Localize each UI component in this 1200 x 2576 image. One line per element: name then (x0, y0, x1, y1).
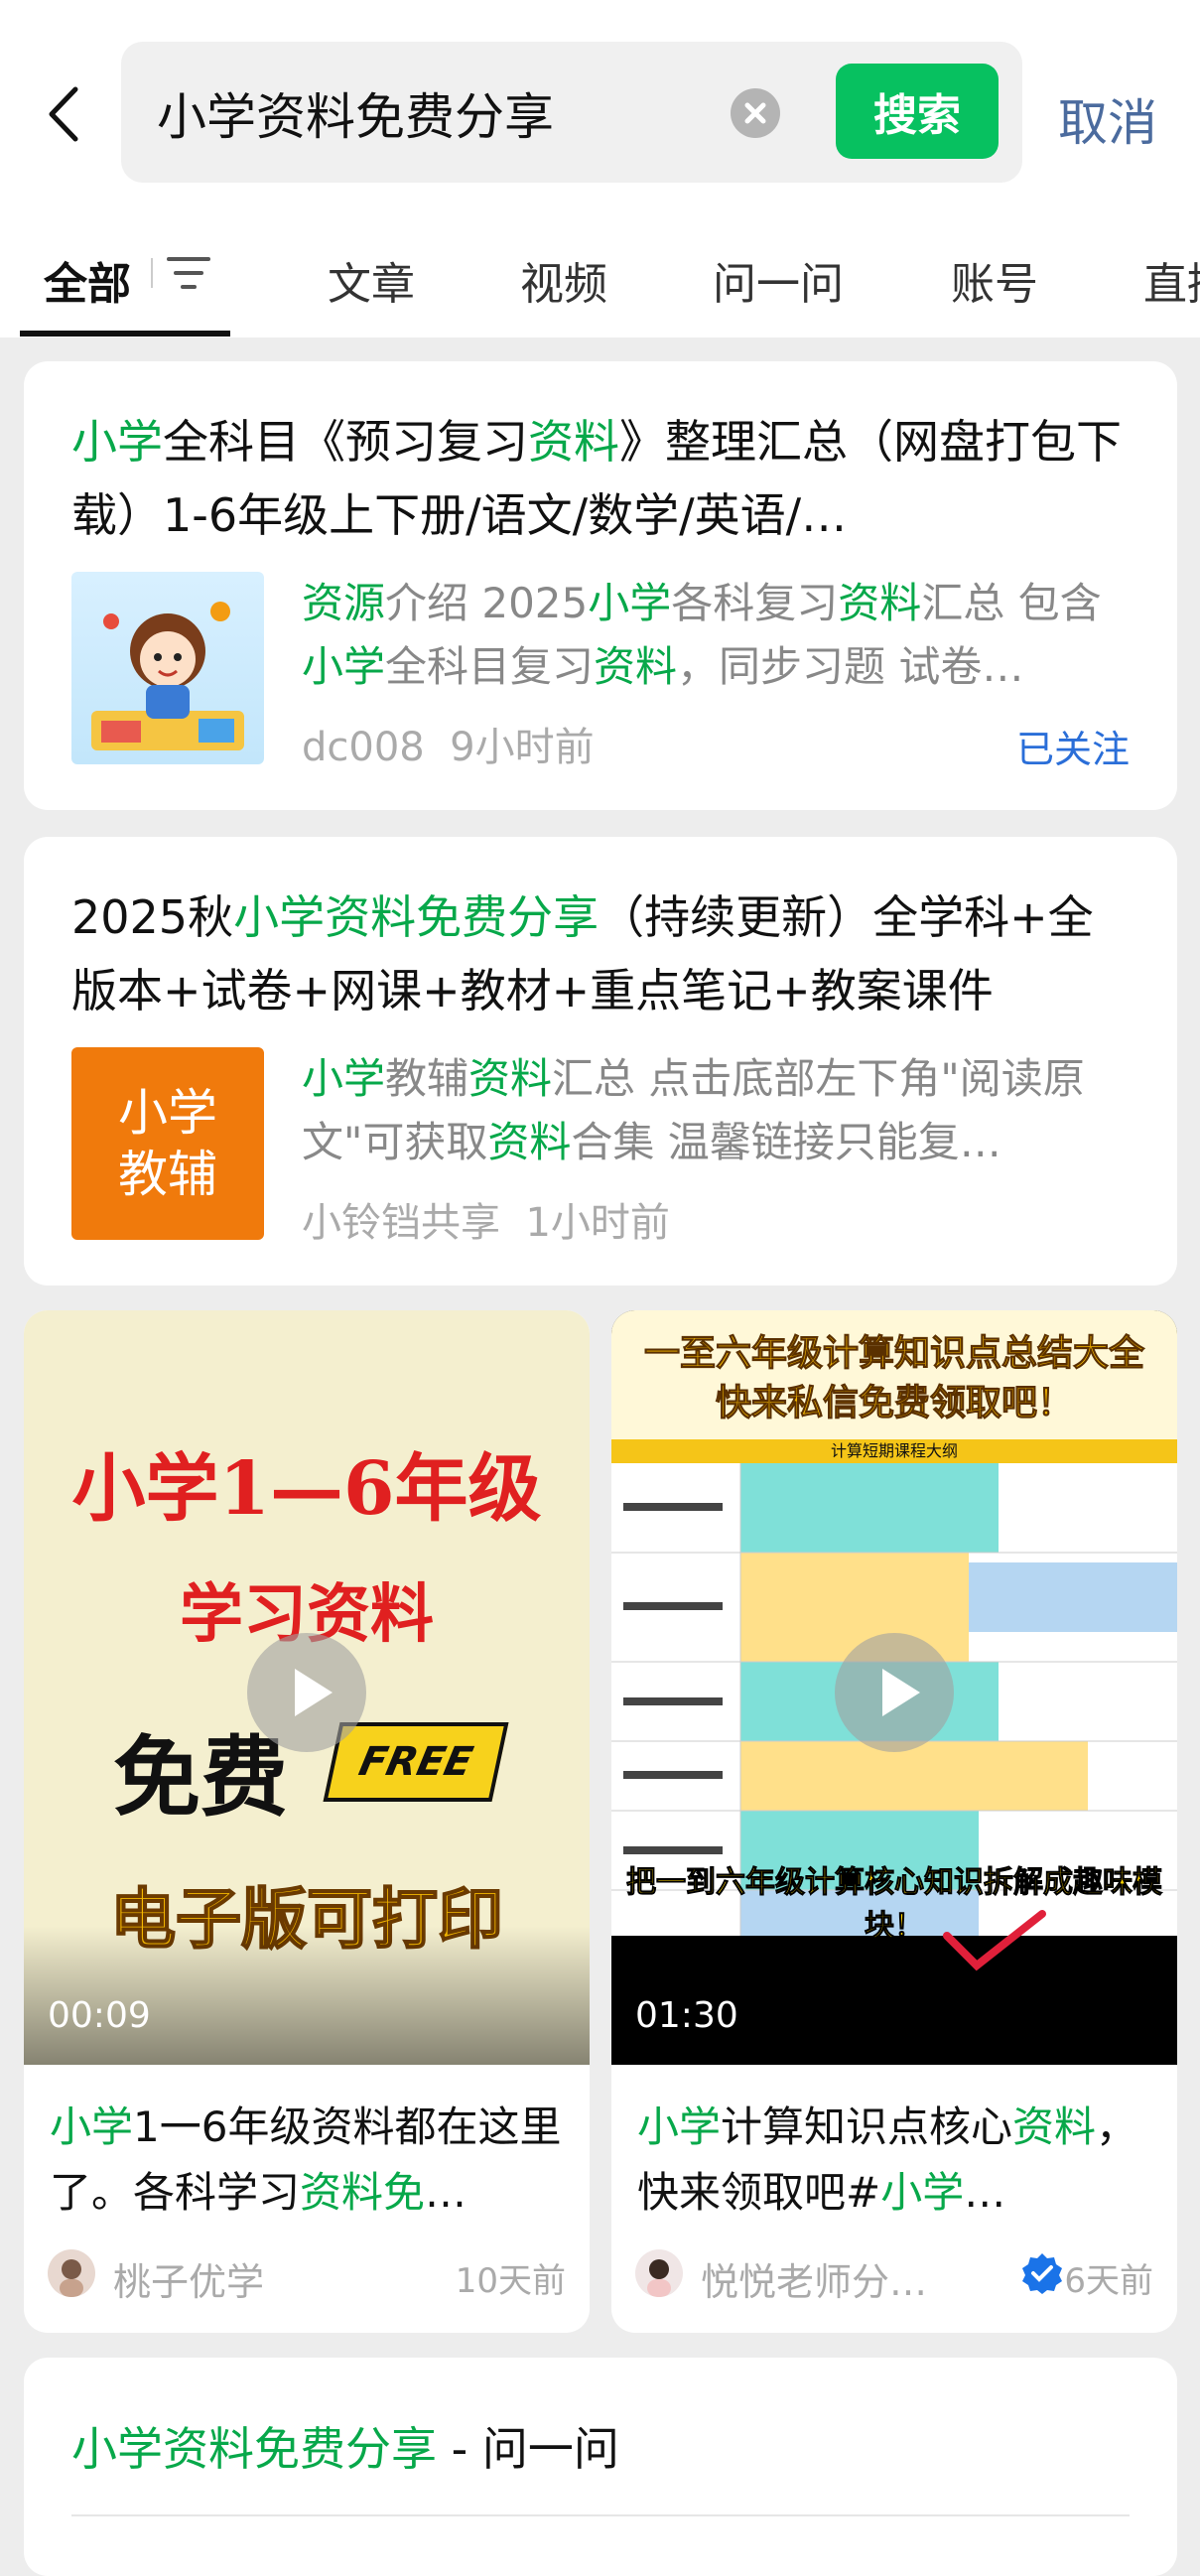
text-segment: 合集 温馨链接只能复… (571, 1118, 1001, 1166)
text-segment: 计算知识点核心 (721, 2102, 1013, 2151)
divider (71, 2514, 1130, 2516)
highlighted-text: 小学 (588, 579, 672, 627)
text-segment: ，同步习题 试卷… (677, 642, 1024, 691)
clear-search-icon[interactable] (731, 88, 780, 138)
highlighted-text: 小学 (880, 2168, 965, 2217)
highlighted-text: 资料免 (300, 2168, 426, 2217)
tab-videos[interactable]: 视频 (520, 248, 607, 312)
search-button[interactable]: 搜索 (836, 64, 999, 159)
article-description: 资源介绍 2025小学各科复习资料汇总 包含小学全科目复习资料，同步习题 试卷… (302, 572, 1116, 699)
author-avatar[interactable] (48, 2249, 95, 2297)
text-segment: 各科复习 (671, 579, 839, 627)
highlighted-text: 小学 (302, 642, 386, 691)
thumb-text: 小学1—6年级 (71, 1446, 542, 1532)
text-segment: 汇总 包含 (921, 579, 1102, 627)
tab-ask[interactable]: 问一问 (713, 248, 844, 312)
highlighted-text: 小学资料免费分享 (233, 890, 600, 944)
highlighted-text: 小学 (50, 2102, 134, 2151)
back-arrow-icon[interactable] (40, 79, 89, 149)
video-title[interactable]: 小学计算知识点核心资料，快来领取吧#小学… (637, 2095, 1153, 2226)
tab-articles[interactable]: 文章 (328, 248, 415, 312)
play-icon[interactable] (835, 1633, 954, 1752)
highlighted-text: 资源 (302, 579, 386, 627)
text-segment: 介绍 2025 (385, 579, 589, 627)
thumb-text: 小学 (118, 1084, 217, 1142)
article-author[interactable]: dc008 9小时前 (302, 715, 595, 772)
play-icon[interactable] (247, 1633, 366, 1752)
highlighted-text: 资料 (528, 415, 619, 469)
video-card[interactable]: 一至六年级计算知识点总结大全 快来私信免费领取吧！ 计算短期课程大纲 把一到六年… (611, 1310, 1177, 2333)
highlighted-text: 小学 (302, 1054, 386, 1103)
author-avatar[interactable] (635, 2249, 683, 2297)
ask-card-title[interactable]: 小学资料免费分享 - 问一问 (71, 2413, 619, 2479)
highlighted-text: 资料 (487, 1118, 572, 1166)
article-title[interactable]: 小学全科目《预习复习资料》整理汇总（网盘打包下载）1-6年级上下册/语文/数学/… (71, 405, 1133, 552)
video-time: 6天前 (1064, 2261, 1153, 2301)
video-time: 10天前 (455, 2261, 566, 2301)
filter-icon[interactable] (167, 253, 210, 293)
highlighted-text: 资料 (594, 642, 678, 691)
text-segment: … (964, 2168, 1006, 2217)
video-thumbnail[interactable]: 一至六年级计算知识点总结大全 快来私信免费领取吧！ 计算短期课程大纲 把一到六年… (611, 1310, 1177, 2065)
video-thumbnail[interactable]: 小学1—6年级 学习资料 免费 FREE 电子版可打印 00:09 (24, 1310, 590, 2065)
article-thumbnail (71, 572, 264, 764)
text-segment: 教辅 (385, 1054, 469, 1103)
article-card[interactable]: 2025秋小学资料免费分享（持续更新）全学科+全版本+试卷+网课+教材+重点笔记… (24, 837, 1177, 1286)
video-duration: 00:09 (48, 1995, 151, 2036)
thumb-text: 快来私信免费领取吧！ (715, 1383, 1073, 1424)
checkmark-icon (943, 1910, 1046, 1971)
article-thumbnail: 小学 教辅 (71, 1047, 264, 1240)
active-tab-indicator (20, 331, 230, 337)
highlighted-text: 资料 (1012, 2102, 1097, 2151)
verified-icon (1022, 2253, 1062, 2294)
thumb-text: 计算短期课程大纲 (611, 1439, 1177, 1463)
video-meta: 悦悦老师分… 6天前 (635, 2243, 1153, 2306)
article-card[interactable]: 小学全科目《预习复习资料》整理汇总（网盘打包下载）1-6年级上下册/语文/数学/… (24, 361, 1177, 810)
ask-card[interactable]: 小学资料免费分享 - 问一问 (24, 2358, 1177, 2576)
video-author[interactable]: 悦悦老师分… (701, 2251, 927, 2306)
text-segment: 全科目复习 (385, 642, 595, 691)
video-card[interactable]: 小学1—6年级 学习资料 免费 FREE 电子版可打印 00:09 小学1一6年… (24, 1310, 590, 2333)
thumb-text: 把一到六年级计算核心知识拆解成趣味模块！ (626, 1865, 1163, 1945)
cancel-button[interactable]: 取消 (1058, 83, 1157, 155)
text-segment: … (425, 2168, 467, 2217)
search-input[interactable]: 小学资料免费分享 搜索 (121, 42, 1022, 183)
article-description: 小学教辅资料汇总 点击底部左下角"阅读原文"可获取资料合集 温馨链接只能复… (302, 1047, 1116, 1174)
video-title[interactable]: 小学1一6年级资料都在这里了。各科学习资料免… (50, 2095, 566, 2226)
tab-divider (151, 258, 153, 288)
highlighted-text: 资料 (838, 579, 922, 627)
search-header: 小学资料免费分享 搜索 取消 (0, 0, 1200, 218)
highlighted-text: 小学 (71, 415, 163, 469)
tab-all[interactable]: 全部 (44, 248, 131, 312)
article-author[interactable]: 小铃铛共享 1小时前 (302, 1190, 670, 1248)
article-title[interactable]: 2025秋小学资料免费分享（持续更新）全学科+全版本+试卷+网课+教材+重点笔记… (71, 881, 1133, 1027)
highlighted-text: 小学 (637, 2102, 722, 2151)
search-query-text[interactable]: 小学资料免费分享 (157, 77, 554, 149)
video-author[interactable]: 桃子优学 (113, 2251, 264, 2306)
highlighted-text: 资料 (468, 1054, 553, 1103)
video-duration: 01:30 (635, 1995, 738, 2036)
thumb-text: 一至六年级计算知识点总结大全 (643, 1333, 1144, 1375)
text-segment: 全科目《预习复习 (163, 415, 528, 469)
tab-accounts[interactable]: 账号 (951, 248, 1038, 312)
thumb-text: 教辅 (118, 1146, 217, 1203)
followed-label[interactable]: 已关注 (1016, 719, 1130, 773)
video-meta: 桃子优学 10天前 (48, 2243, 566, 2306)
result-tabs: 全部 文章 视频 问一问 账号 直播 (0, 218, 1200, 338)
text-segment: 2025秋 (71, 890, 234, 944)
tab-live[interactable]: 直播 (1143, 248, 1200, 312)
